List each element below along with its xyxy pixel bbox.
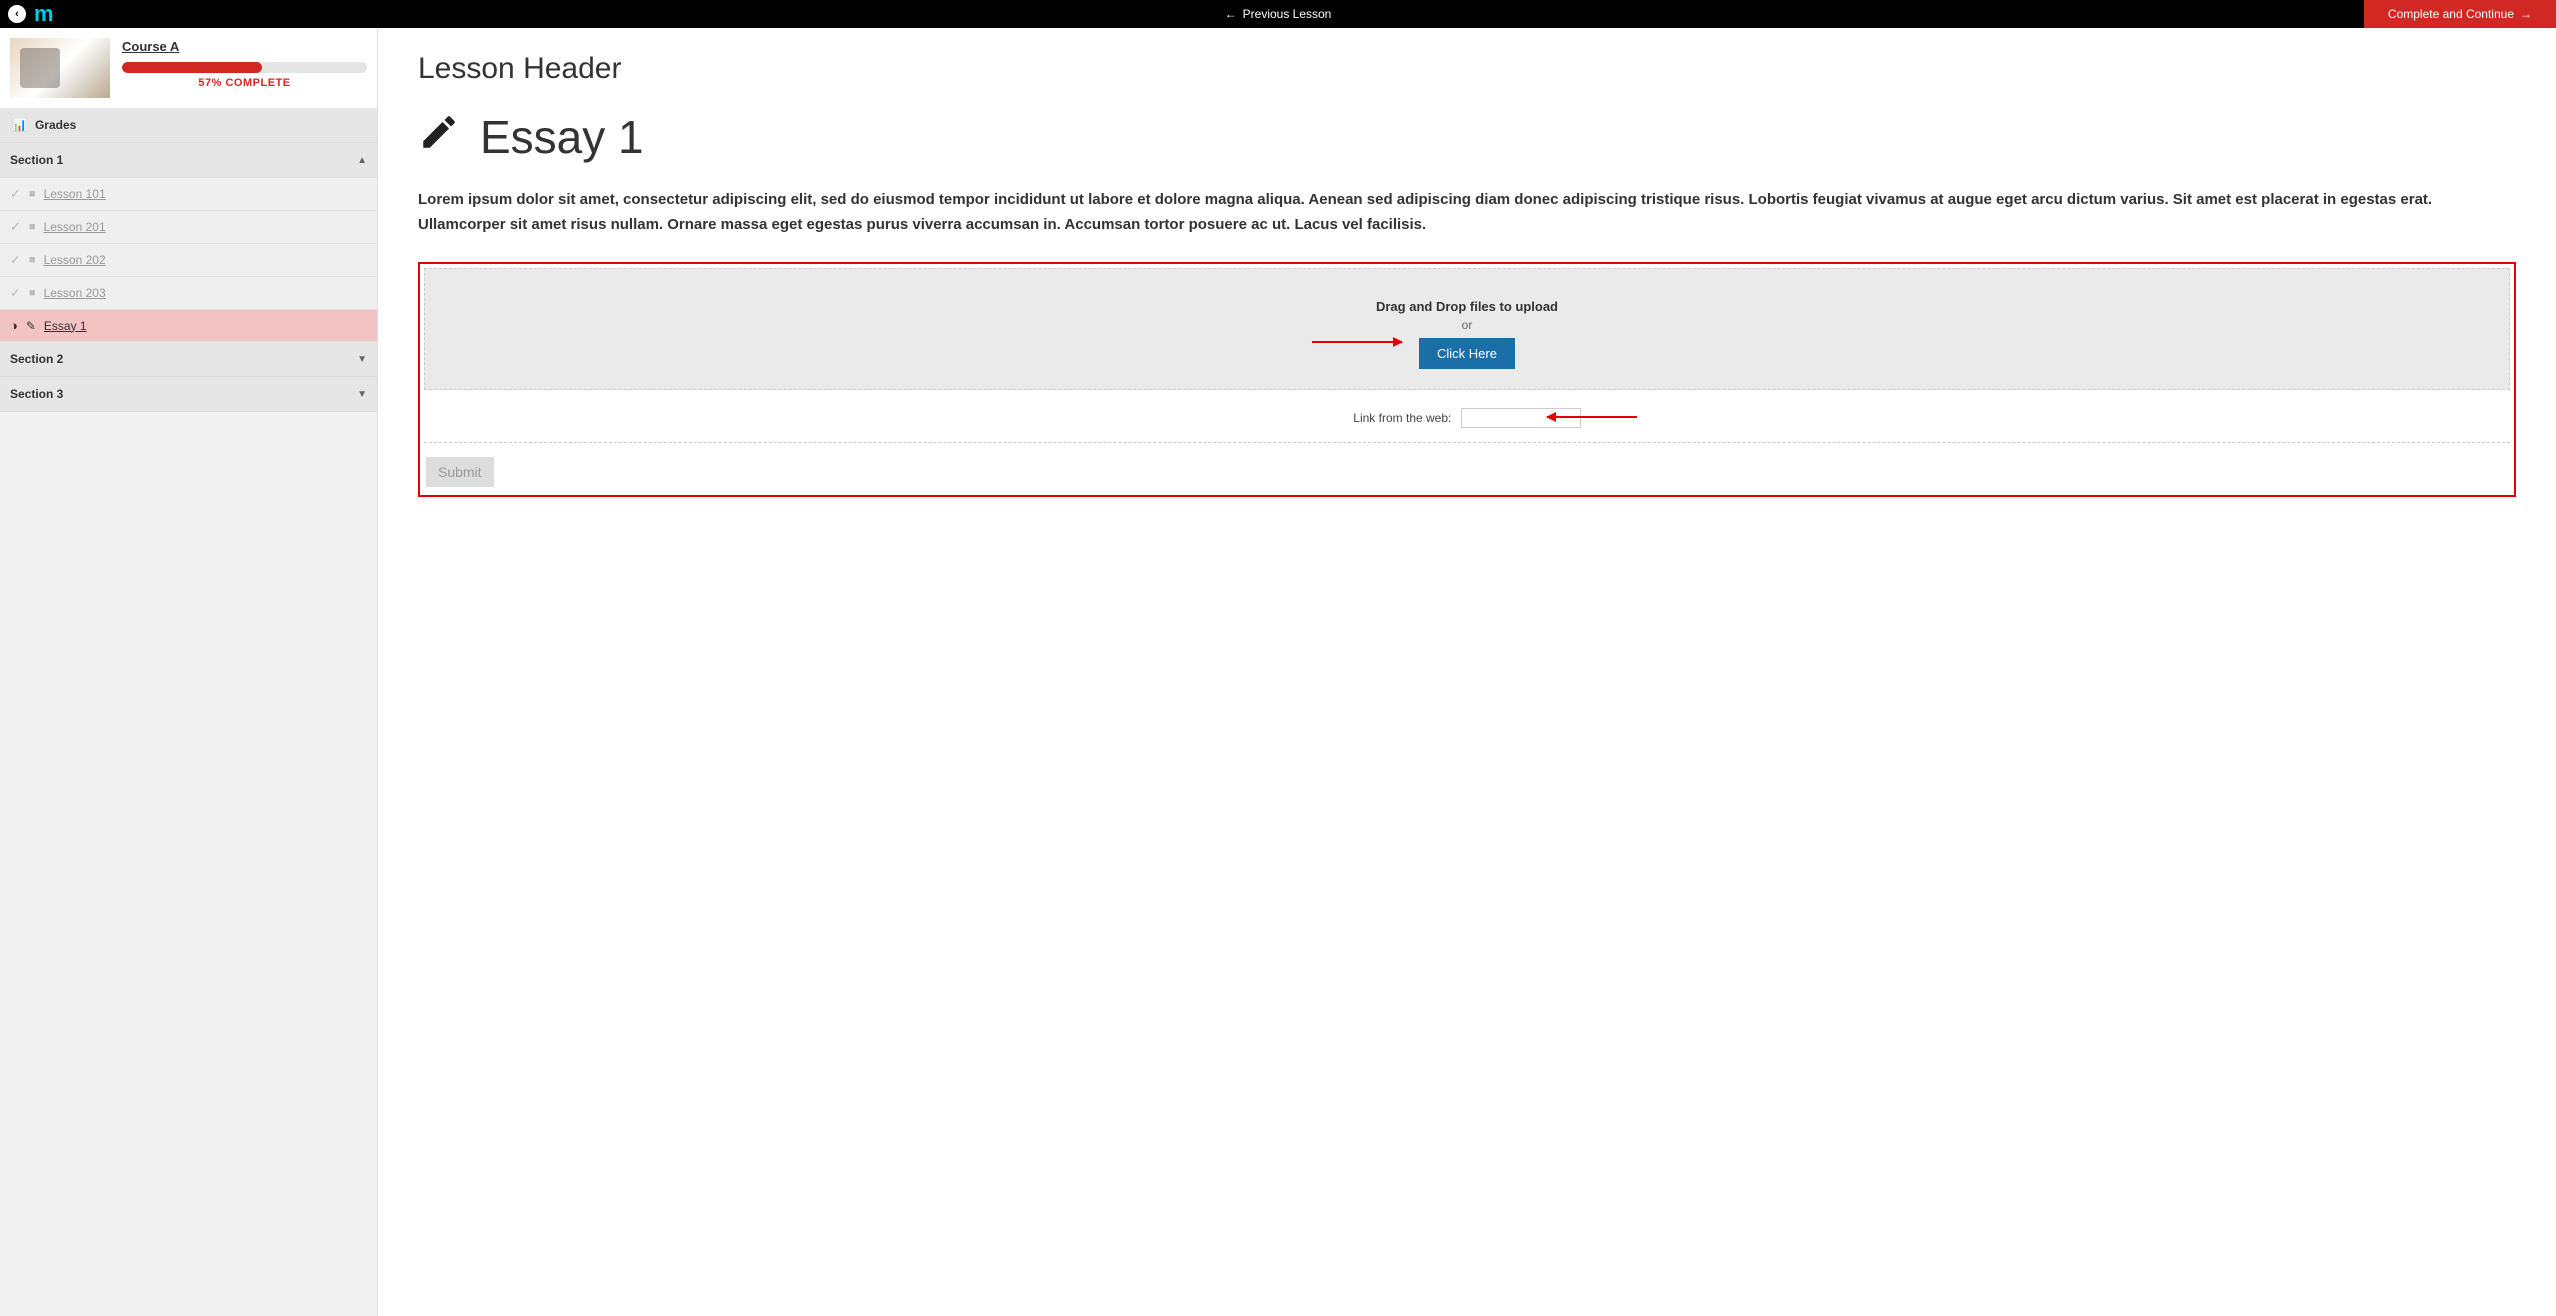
essay-title-text: Essay 1 xyxy=(480,110,644,164)
section-label: Section 3 xyxy=(10,387,63,401)
check-circle-icon: ✓ xyxy=(10,219,21,235)
bar-chart-icon: 📊 xyxy=(12,118,27,132)
check-circle-icon: ✓ xyxy=(10,285,21,301)
chevron-down-icon: ▼ xyxy=(357,354,367,365)
lesson-label: Lesson 101 xyxy=(44,187,106,201)
drop-sub: or xyxy=(435,318,2499,332)
essay-title: Essay 1 xyxy=(418,110,2516,164)
course-thumbnail[interactable] xyxy=(10,38,110,98)
click-here-button[interactable]: Click Here xyxy=(1419,338,1515,369)
chevron-up-icon: ▲ xyxy=(357,155,367,166)
annotation-arrow-left xyxy=(1547,416,1637,418)
drop-area[interactable]: Drag and Drop files to upload or Click H… xyxy=(424,268,2510,390)
section-header-3[interactable]: Section 3 ▼ xyxy=(0,377,377,412)
upload-box: Drag and Drop files to upload or Click H… xyxy=(418,262,2516,497)
progress-fill xyxy=(122,62,262,73)
file-icon: ■ xyxy=(29,188,36,200)
grades-link[interactable]: 📊 Grades xyxy=(0,108,377,143)
drop-title: Drag and Drop files to upload xyxy=(435,299,2499,314)
chevron-down-icon: ▼ xyxy=(357,389,367,400)
section-header-2[interactable]: Section 2 ▼ xyxy=(0,342,377,377)
course-header: Course A 57% COMPLETE xyxy=(0,28,377,108)
annotation-arrow-right xyxy=(1312,341,1402,343)
check-circle-icon: ✓ xyxy=(10,186,21,202)
lesson-item[interactable]: ✓ ■ Lesson 203 xyxy=(0,277,377,310)
complete-continue-label: Complete and Continue xyxy=(2388,0,2514,28)
lesson-item[interactable]: ✓ ■ Lesson 201 xyxy=(0,211,377,244)
link-label: Link from the web: xyxy=(1353,411,1451,425)
file-icon: ■ xyxy=(29,254,36,266)
file-icon: ■ xyxy=(29,221,36,233)
lesson-item-active[interactable]: ◑ ✎ Essay 1 xyxy=(0,310,377,342)
previous-lesson-button[interactable]: ← Previous Lesson xyxy=(1225,0,1332,28)
lesson-item[interactable]: ✓ ■ Lesson 202 xyxy=(0,244,377,277)
sidebar: Course A 57% COMPLETE 📊 Grades Section 1… xyxy=(0,28,378,1316)
grades-label: Grades xyxy=(35,118,76,132)
arrow-right-icon: → xyxy=(2520,0,2532,28)
progress-bar xyxy=(122,62,367,73)
main-content: Lesson Header Essay 1 Lorem ipsum dolor … xyxy=(378,28,2556,1316)
back-button[interactable]: ‹ xyxy=(8,5,26,23)
lesson-label: Essay 1 xyxy=(44,319,87,333)
section-header-1[interactable]: Section 1 ▲ xyxy=(0,143,377,178)
link-input[interactable] xyxy=(1461,408,1581,428)
topbar: ‹ m ← Previous Lesson Complete and Conti… xyxy=(0,0,2556,28)
course-title-link[interactable]: Course A xyxy=(122,39,179,54)
pencil-icon xyxy=(418,110,460,164)
essay-body: Lorem ipsum dolor sit amet, consectetur … xyxy=(418,188,2516,238)
complete-continue-button[interactable]: Complete and Continue → xyxy=(2364,0,2556,28)
file-icon: ■ xyxy=(29,287,36,299)
progress-text: 57% COMPLETE xyxy=(122,77,367,89)
previous-lesson-label: Previous Lesson xyxy=(1243,0,1332,28)
lesson-label: Lesson 201 xyxy=(44,220,106,234)
section-label: Section 2 xyxy=(10,352,63,366)
lesson-item[interactable]: ✓ ■ Lesson 101 xyxy=(0,178,377,211)
submit-button[interactable]: Submit xyxy=(426,457,494,487)
arrow-left-icon: ← xyxy=(1225,0,1237,28)
check-circle-icon: ✓ xyxy=(10,252,21,268)
pencil-icon: ✎ xyxy=(26,319,36,333)
lesson-label: Lesson 203 xyxy=(44,286,106,300)
section-label: Section 1 xyxy=(10,153,63,167)
logo[interactable]: m xyxy=(34,0,52,28)
link-from-web-row: Link from the web: xyxy=(424,394,2510,443)
lesson-header: Lesson Header xyxy=(418,52,2516,86)
lesson-label: Lesson 202 xyxy=(44,253,106,267)
half-circle-icon: ◑ xyxy=(10,318,18,333)
